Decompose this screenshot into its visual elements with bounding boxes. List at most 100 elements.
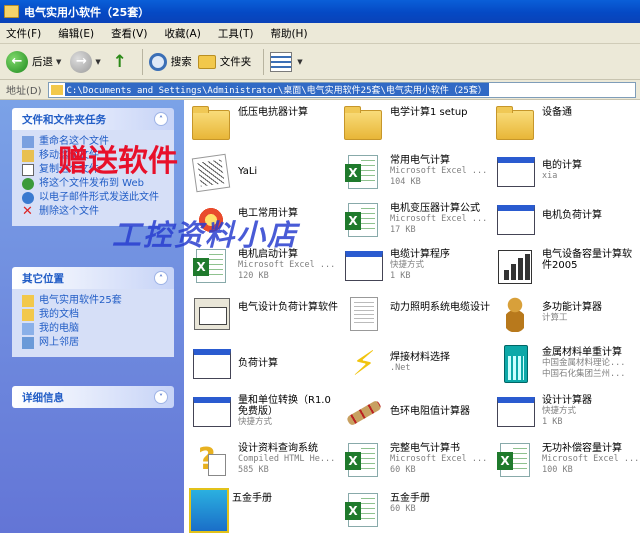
file-item[interactable]: 金属材料单重计算 中国金属材料理论... 中国石化集团兰州... [494, 344, 640, 384]
task-email[interactable]: 以电子邮件形式发送此文件 [22, 192, 168, 204]
file-item[interactable]: 多功能计算器 计算工 [494, 294, 640, 334]
collapse-icon[interactable]: ˄ [154, 271, 168, 285]
place-parent-folder[interactable]: 电气实用软件25套 [22, 295, 168, 307]
file-item[interactable]: 设备通 [494, 104, 640, 144]
file-tasks-header[interactable]: 文件和文件夹任务 ˄ [12, 108, 174, 130]
file-name: 电学计算1 setup [390, 107, 468, 118]
file-item[interactable]: 低压电抗器计算 [190, 104, 340, 144]
file-item[interactable]: 五金手册60 KB [342, 490, 492, 530]
title-bar[interactable]: 电气实用小软件（25套） [0, 0, 640, 23]
file-item[interactable]: 电工常用计算 [190, 200, 340, 240]
place-label: 网上邻居 [39, 337, 79, 348]
file-text: 电机启动计算 Microsoft Excel ... 120 KB [238, 246, 335, 282]
file-item[interactable]: 设计资料查询系统Compiled HTML He...585 KB [190, 440, 340, 480]
file-item[interactable]: 电气设备容量计算软件2005 [494, 246, 640, 286]
excel-icon-shape [345, 203, 378, 237]
move-icon [22, 150, 34, 162]
up-button[interactable]: ↑ [110, 51, 130, 73]
views-button[interactable]: ▼ [270, 51, 305, 72]
file-item[interactable]: YaLi [190, 152, 340, 193]
file-item[interactable]: 电的计算 xia [494, 152, 640, 192]
place-label: 我的电脑 [39, 323, 79, 334]
file-text: 金属材料单重计算 中国金属材料理论... 中国石化集团兰州... [542, 344, 625, 380]
file-item[interactable]: 量和单位转换（R1.0免费版） 快捷方式 [190, 392, 340, 432]
file-name: 无功补偿容量计算 [542, 443, 622, 454]
file-name: 设计计算器 [542, 395, 592, 406]
expand-icon[interactable]: ˅ [154, 390, 168, 404]
copy-icon [22, 164, 34, 176]
task-copy[interactable]: 复制这个文件 [22, 164, 168, 176]
search-button[interactable]: 搜索 [148, 52, 192, 71]
menu-tools[interactable]: 工具(T) [218, 26, 254, 41]
file-item[interactable]: 设计计算器 快捷方式 1 KB [494, 392, 640, 432]
file-size: 104 KB [390, 177, 421, 187]
file-type: Microsoft Excel ... [390, 166, 488, 176]
menu-favorites[interactable]: 收藏(A) [164, 26, 200, 41]
file-item[interactable]: 动力照明系统电缆设计 [342, 294, 492, 334]
file-item[interactable]: 常用电气计算Microsoft Excel ...104 KB [342, 152, 492, 192]
folders-button[interactable]: 文件夹 [197, 54, 251, 69]
task-rename[interactable]: 重命名这个文件 [22, 136, 168, 148]
file-type: Microsoft Excel ... [390, 214, 488, 224]
globe-icon [22, 178, 34, 190]
document-icon-shape [350, 297, 378, 331]
menu-edit[interactable]: 编辑(E) [58, 26, 94, 41]
place-my-computer[interactable]: 我的电脑 [22, 323, 168, 335]
yali-icon [190, 152, 232, 193]
file-type: Microsoft Excel ... [390, 454, 488, 464]
file-item[interactable]: 色环电阻值计算器 [342, 392, 492, 432]
file-item[interactable]: 电缆计算程序 快捷方式 1 KB [342, 246, 492, 286]
toolbar: ← 后退 ▼ → ▼ ↑ 搜索 文件夹 ▼ [0, 44, 640, 80]
excel-icon-shape [497, 443, 530, 477]
file-text: 色环电阻值计算器 [390, 392, 470, 417]
computer-icon [22, 323, 34, 335]
document-icon [342, 294, 384, 334]
file-item[interactable]: 无功补偿容量计算Microsoft Excel ...100 KB [494, 440, 640, 480]
file-name: 电工常用计算 [238, 208, 298, 219]
excel-icon [342, 440, 384, 480]
magnet-icon [190, 200, 232, 240]
task-publish-web[interactable]: 将这个文件发布到 Web [22, 178, 168, 190]
file-text: YaLi [238, 152, 257, 177]
file-text: 焊接材料选择 .Net [390, 344, 450, 374]
file-text: 完整电气计算书 Microsoft Excel ... 60 KB [390, 440, 487, 476]
file-size: 60 KB [390, 504, 416, 514]
address-input[interactable]: C:\Documents and Settings\Administrator\… [47, 81, 636, 98]
place-my-documents[interactable]: 我的文档 [22, 309, 168, 321]
menu-bar: 文件(F) 编辑(E) 查看(V) 收藏(A) 工具(T) 帮助(H) [0, 23, 640, 44]
back-button[interactable]: ← 后退 ▼ [6, 50, 64, 73]
file-item[interactable]: 完整电气计算书Microsoft Excel ...60 KB [342, 440, 492, 480]
app-window-icon [190, 392, 232, 432]
other-places-header[interactable]: 其它位置 ˄ [12, 267, 174, 289]
details-header[interactable]: 详细信息 ˅ [12, 386, 174, 408]
task-delete[interactable]: ✕ 删除这个文件 [22, 205, 168, 218]
file-text: 五金手册 [232, 490, 272, 504]
file-item[interactable]: 电机变压器计算公式Microsoft Excel ...17 KB [342, 200, 492, 240]
file-text: 多功能计算器 计算工 [542, 294, 602, 324]
lightning-icon-shape: ⚡ [352, 344, 376, 384]
folder-icon-shape [496, 106, 534, 140]
search-icon [148, 52, 167, 71]
file-item[interactable]: 电学计算1 setup [342, 104, 492, 144]
place-network[interactable]: 网上邻居 [22, 337, 168, 349]
menu-file[interactable]: 文件(F) [6, 26, 41, 41]
forward-button[interactable]: → ▼ [70, 50, 103, 73]
other-places-panel: 其它位置 ˄ 电气实用软件25套 我的文档 我的电脑 网上邻居 [12, 267, 174, 357]
menu-view[interactable]: 查看(V) [111, 26, 147, 41]
lightning-icon: ⚡ [342, 344, 384, 384]
file-item[interactable]: 电机负荷计算 [494, 200, 640, 240]
file-item[interactable]: 电气设计负荷计算软件 [190, 294, 340, 334]
menu-help[interactable]: 帮助(H) [270, 26, 307, 41]
collapse-icon[interactable]: ˄ [154, 112, 168, 126]
file-item[interactable]: ⚡ 焊接材料选择 .Net [342, 344, 492, 384]
file-item[interactable]: 负荷计算 [190, 344, 340, 384]
file-name: 焊接材料选择 [390, 352, 450, 363]
views-icon [270, 51, 293, 72]
excel-icon-shape [345, 493, 378, 527]
file-item[interactable]: 电机启动计算Microsoft Excel ...120 KB [190, 246, 340, 286]
folder-icon [22, 295, 34, 307]
task-move[interactable]: 移动这个文件 [22, 150, 168, 162]
file-name: 电气设备容量计算软件2005 [542, 249, 632, 271]
app-window-icon-shape [193, 349, 231, 379]
app-icon[interactable] [189, 488, 229, 533]
